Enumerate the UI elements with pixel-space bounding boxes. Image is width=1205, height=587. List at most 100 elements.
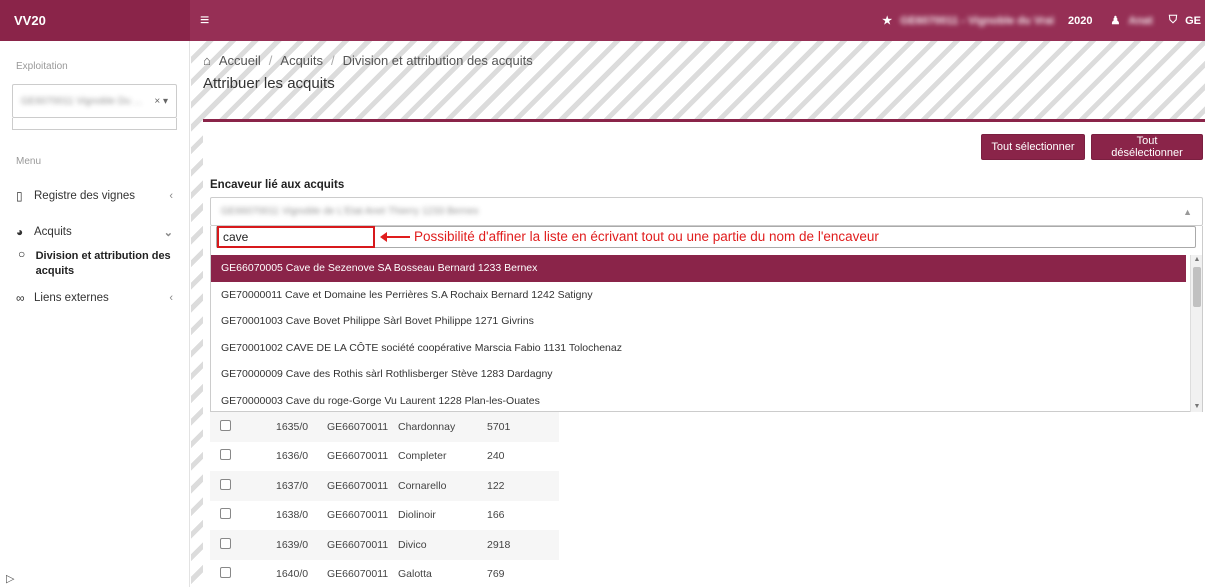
cell-value: 240 (487, 450, 505, 463)
chevron-down-icon: ⌄ (163, 226, 173, 239)
annotation-text: Possibilité d'affiner la liste en écriva… (414, 229, 879, 244)
role-label[interactable]: GE (1185, 15, 1201, 27)
table-row: 1635/0 GE66070011 Chardonnay 5701 (210, 412, 559, 442)
encaveur-label: Encaveur lié aux acquits (210, 179, 345, 191)
map-icon: ▯ (16, 189, 23, 203)
breadcrumb: ⌂ Accueil / Acquits / Division et attrib… (203, 53, 533, 68)
scroll-down-icon[interactable]: ▼ (1191, 402, 1203, 412)
navbar: ≡ ★ GE6070011 - Vignoble du Vrai 2020 ♟ … (190, 0, 1205, 41)
cell-code: GE66070011 (327, 568, 389, 581)
brand-logo[interactable]: VV20 (0, 0, 190, 41)
cell-cepage: Chardonnay (398, 420, 456, 433)
acquits-table: 1635/0 GE66070011 Chardonnay 5701 1636/0… (210, 412, 559, 587)
sidebar: Exploitation GE6070011 Vignoble Du ... ×… (0, 41, 190, 587)
dropdown-search[interactable]: Possibilité d'affiner la liste en écriva… (216, 226, 1196, 248)
menu-label: Menu (16, 156, 42, 167)
cell-number: 1636/0 (276, 450, 309, 463)
mouse-cursor-icon: ▷ (6, 573, 15, 585)
encaveur-dropdown: Possibilité d'affiner la liste en écriva… (210, 226, 1203, 412)
sidebar-item-label: Registre des vignes (34, 190, 135, 202)
cell-value: 166 (487, 509, 505, 522)
cell-code: GE66070011 (327, 420, 389, 433)
exploitation-select-value: GE6070011 Vignoble Du ... (21, 95, 142, 107)
encaveur-option[interactable]: GE70001003 Cave Bovet Philippe Sàrl Bove… (211, 308, 1186, 335)
current-exploitation[interactable]: GE6070011 - Vignoble du Vrai (900, 15, 1054, 27)
cell-value: 769 (487, 568, 505, 581)
table-row: 1639/0 GE66070011 Divico 2918 (210, 530, 559, 560)
cell-cepage: Cornarello (398, 479, 447, 492)
encaveur-option[interactable]: GE70000009 Cave des Rothis sàrl Rothlisb… (211, 361, 1186, 388)
sidebar-item-label: Acquits (34, 226, 72, 238)
navbar-right: ★ GE6070011 - Vignoble du Vrai 2020 ♟ An… (882, 14, 1205, 27)
chevron-left-icon: ‹ (169, 190, 173, 202)
table-row: 1638/0 GE66070011 Diolinoir 166 (210, 500, 559, 530)
menu-toggle-icon[interactable]: ≡ (200, 12, 209, 30)
cell-cepage: Diolinoir (398, 509, 436, 522)
encaveur-selected-value: GE66070011 Vignoble de L'Etat Anet Thier… (221, 206, 479, 217)
caret-up-icon: ▲ (1183, 206, 1192, 217)
sidebar-item-acquits[interactable]: ◕ Acquits ⌄ (0, 221, 189, 243)
breadcrumb-current: Division et attribution des acquits (342, 53, 533, 68)
row-checkbox[interactable] (220, 537, 231, 549)
cell-cepage: Divico (398, 538, 427, 551)
cell-cepage: Completer (398, 450, 447, 463)
cell-value: 2918 (487, 538, 511, 551)
encaveur-options: GE66070005 Cave de Sezenove SA Bosseau B… (211, 255, 1186, 415)
scroll-up-icon[interactable]: ▲ (1191, 255, 1203, 265)
encaveur-option[interactable]: GE70000003 Cave du roge-Gorge Vu Laurent… (211, 388, 1186, 415)
cell-number: 1640/0 (276, 568, 309, 581)
breadcrumb-accueil[interactable]: Accueil (219, 53, 261, 68)
row-checkbox[interactable] (220, 449, 231, 461)
encaveur-select[interactable]: GE66070011 Vignoble de L'Etat Anet Thier… (210, 197, 1203, 226)
sidebar-subitem-division[interactable]: ○ Division et attribution des acquits (0, 247, 189, 279)
row-checkbox[interactable] (220, 478, 231, 490)
annotation-arrow-icon (380, 231, 410, 242)
sidebar-subitem-label: Division et attribution des acquits (35, 250, 171, 277)
encaveur-search-input[interactable] (223, 228, 363, 246)
encaveur-option[interactable]: GE70000011 Cave et Domaine les Perrières… (211, 282, 1186, 309)
content-panel: Tout sélectionner Tout désélectionner En… (203, 119, 1205, 587)
cell-number: 1635/0 (276, 420, 309, 433)
sidebar-item-liens[interactable]: ∞ Liens externes ‹ (0, 287, 189, 309)
sidebar-item-registre[interactable]: ▯ Registre des vignes ‹ (0, 185, 189, 207)
exploitation-select[interactable]: GE6070011 Vignoble Du ... × ▾ (12, 84, 177, 118)
exploitation-label: Exploitation (16, 61, 68, 72)
scroll-thumb[interactable] (1193, 267, 1201, 307)
cell-cepage: Galotta (398, 568, 432, 581)
main-content: ⌂ Accueil / Acquits / Division et attrib… (191, 41, 1205, 587)
row-checkbox[interactable] (220, 508, 231, 520)
deselect-all-button[interactable]: Tout désélectionner (1091, 134, 1203, 160)
encaveur-option[interactable]: GE70001002 CAVE DE LA CÔTE société coopé… (211, 335, 1186, 362)
top-bar: VV20 ≡ ★ GE6070011 - Vignoble du Vrai 20… (0, 0, 1205, 41)
shield-icon: ⛉ (1168, 14, 1178, 26)
table-row: 1637/0 GE66070011 Cornarello 122 (210, 471, 559, 501)
dropdown-scrollbar[interactable]: ▲ ▼ (1190, 255, 1202, 412)
cell-value: 5701 (487, 420, 511, 433)
cell-code: GE66070011 (327, 479, 389, 492)
cell-value: 122 (487, 479, 505, 492)
home-icon[interactable]: ⌂ (203, 53, 211, 68)
gauge-icon: ◕ (16, 225, 24, 239)
cell-number: 1639/0 (276, 538, 309, 551)
clear-icon[interactable]: × (154, 96, 160, 107)
caret-down-icon[interactable]: ▾ (163, 96, 168, 107)
user-name[interactable]: Anat (1128, 15, 1152, 27)
cell-code: GE66070011 (327, 538, 389, 551)
row-checkbox[interactable] (220, 419, 231, 431)
row-checkbox[interactable] (220, 567, 231, 579)
breadcrumb-separator: / (268, 53, 273, 68)
user-icon: ♟ (1110, 15, 1121, 27)
annotation-callout: Possibilité d'affiner la liste en écriva… (380, 229, 879, 244)
page-title: Attribuer les acquits (203, 75, 335, 92)
circle-icon: ○ (18, 247, 26, 261)
cell-code: GE66070011 (327, 450, 389, 463)
exploitation-select-extra (12, 118, 177, 130)
table-row: 1640/0 GE66070011 Galotta 769 (210, 559, 559, 587)
breadcrumb-acquits[interactable]: Acquits (280, 53, 323, 68)
star-icon: ★ (882, 15, 893, 27)
encaveur-option[interactable]: GE66070005 Cave de Sezenove SA Bosseau B… (211, 255, 1186, 282)
breadcrumb-separator: / (331, 53, 335, 68)
select-all-button[interactable]: Tout sélectionner (981, 134, 1085, 160)
year-selector[interactable]: 2020 (1068, 15, 1092, 27)
table-row: 1636/0 GE66070011 Completer 240 (210, 441, 559, 471)
